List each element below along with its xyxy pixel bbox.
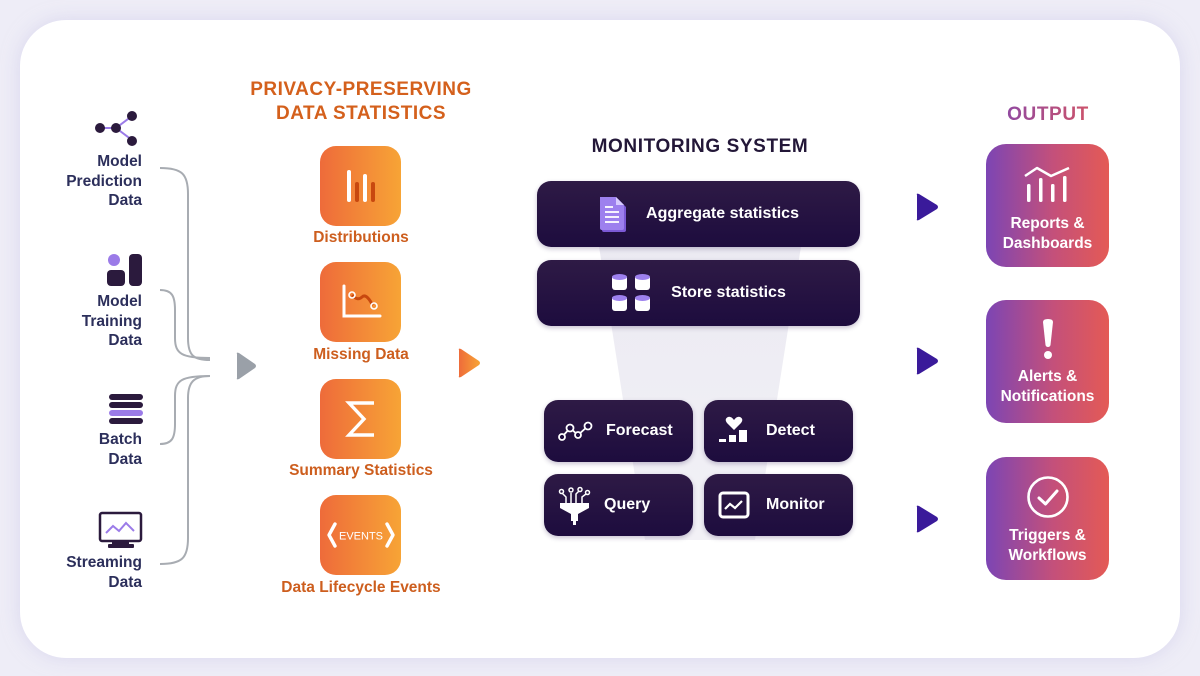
stat-label-lifecycle-events: Data Lifecycle Events [281, 579, 441, 596]
input-model-prediction: Model Prediction Data [12, 152, 142, 211]
input-batch: Batch Data [12, 430, 142, 469]
query-label: Query [604, 496, 651, 513]
exclamation-icon [1042, 319, 1053, 359]
aggregate-statistics-bar[interactable]: Aggregate statistics [537, 181, 860, 247]
events-brackets-icon: EVENTS [326, 522, 395, 548]
output-label: Triggers & Workflows [1008, 527, 1087, 564]
output-alerts-notifications[interactable]: Alerts & Notifications [986, 300, 1109, 423]
forecast-label: Forecast [606, 422, 673, 439]
forecast-nodes-icon [558, 421, 593, 441]
stat-label-missing-data: Missing Data [313, 346, 409, 363]
stat-label-distributions: Distributions [313, 229, 409, 246]
bar-distribution-icon [346, 170, 375, 202]
detect-label: Detect [766, 422, 815, 439]
arrow-right-icon [916, 193, 938, 221]
line-chart-gap-icon [342, 284, 381, 318]
aggregate-statistics-label: Aggregate statistics [646, 205, 799, 222]
input-label: Model Training Data [81, 293, 142, 349]
stat-label-summary-statistics: Summary Statistics [289, 462, 433, 479]
input-label: Batch Data [98, 431, 142, 468]
monitoring-heading: MONITORING SYSTEM [591, 136, 809, 157]
databases-icon [612, 274, 651, 311]
events-text: EVENTS [338, 531, 382, 543]
query-funnel-icon [558, 486, 591, 525]
input-streaming: Streaming Data [12, 553, 142, 592]
monitor-button[interactable]: Monitor [704, 474, 853, 536]
input-label: Model Prediction Data [66, 153, 142, 209]
output-triggers-workflows[interactable]: Triggers & Workflows [986, 457, 1109, 580]
arrow-right-icon [916, 505, 938, 533]
output-label: Reports & Dashboards [1002, 215, 1093, 252]
input-connector-lines [159, 167, 211, 565]
stat-tile-missing-data [320, 262, 401, 342]
stat-tile-summary-statistics [320, 379, 401, 459]
document-icon [600, 197, 627, 232]
statistics-heading: PRIVACY-PRESERVING DATA STATISTICS [250, 79, 472, 124]
monitor-window-icon [718, 491, 750, 519]
output-label: Alerts & Notifications [1000, 368, 1095, 405]
output-reports-dashboards[interactable]: Reports & Dashboards [986, 144, 1109, 267]
sigma-icon [344, 401, 374, 437]
detect-button[interactable]: Detect [704, 400, 853, 462]
detect-heart-icon [719, 416, 747, 442]
stat-tile-lifecycle-events: EVENTS [320, 495, 401, 575]
reports-chart-icon [1023, 166, 1070, 202]
monitor-chart-icon [98, 511, 143, 548]
stat-tile-distributions [320, 146, 401, 226]
input-label: Streaming Data [66, 554, 142, 591]
arrow-right-icon [458, 348, 480, 378]
network-nodes-icon [95, 111, 137, 146]
arrow-right-icon [916, 347, 938, 375]
training-shapes-icon [107, 254, 142, 286]
forecast-button[interactable]: Forecast [544, 400, 693, 462]
output-heading: OUTPUT [980, 104, 1116, 126]
stack-layers-icon [109, 394, 143, 424]
store-statistics-label: Store statistics [671, 284, 786, 301]
monitor-label: Monitor [766, 496, 825, 513]
check-circle-icon [1026, 476, 1069, 518]
arrow-right-icon [236, 352, 256, 380]
store-statistics-bar[interactable]: Store statistics [537, 260, 860, 326]
query-button[interactable]: Query [544, 474, 693, 536]
input-model-training: Model Training Data [12, 292, 142, 351]
